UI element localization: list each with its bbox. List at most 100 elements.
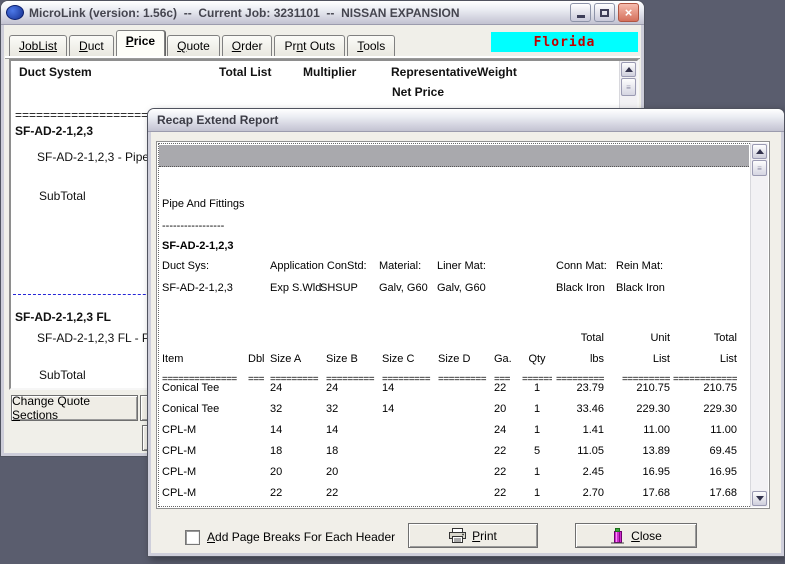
report-selected-band[interactable] [159,145,749,167]
minimize-icon [577,15,585,18]
section-detail: SF-AD-2-1,2,3 - Pipe Ar [37,150,164,164]
table-cell: 229.30 [673,403,737,415]
table-cell: 18 [270,445,320,457]
tab-joblist[interactable]: JobList [9,35,67,56]
table-cell: 13.89 [610,445,670,457]
table-cell: Dbl [248,353,266,365]
report-group-rule: ----------------- [162,220,224,232]
tab-price[interactable]: Price [116,30,165,56]
table-cell: 20 [270,466,320,478]
scroll-up-button[interactable] [621,62,636,77]
table-cell: 20 [494,403,520,415]
table-cell: 23.79 [544,382,604,394]
meta-value: Black Iron [616,282,665,294]
table-cell: 24 [270,382,320,394]
main-window-title: MicroLink (version: 1.56c) -- Current Jo… [29,6,565,20]
column-header-net-price: Net Price [392,85,444,99]
table-cell: Size A [270,353,320,365]
tab-tools[interactable]: Tools [347,35,395,56]
meta-value: Galv, G60 [379,282,428,294]
table-cell: 11.00 [610,424,670,436]
tab-label: JobList [19,39,57,53]
change-quote-sections-button[interactable]: Change Quote Sections [11,395,138,421]
table-header-top-row: TotalUnitTotal [157,332,757,346]
table-cell: Size B [326,353,376,365]
table-cell: 32 [270,403,320,415]
report-viewport[interactable]: Pipe And Fittings ----------------- SF-A… [156,141,770,509]
meta-value: Black Iron [556,282,605,294]
table-cell: 14 [270,424,320,436]
close-button[interactable]: Close [575,523,697,548]
region-label: Florida [491,32,638,52]
report-group-title: Pipe And Fittings [162,198,245,210]
change-quote-sections-label: Change Quote Sections [12,394,137,422]
tab-duct[interactable]: Duct [69,35,114,56]
table-cell: CPL-M [162,466,244,478]
tab-label: Pr [284,39,296,53]
dialog-titlebar[interactable]: Recap Extend Report [148,109,784,132]
minimize-button[interactable] [570,3,591,22]
table-cell: 33.46 [544,403,604,415]
table-cell: 229.30 [610,403,670,415]
meta-label: Material: [379,260,421,272]
table-cell: 1.41 [544,424,604,436]
add-page-breaks-checkbox[interactable] [185,530,200,545]
table-cell: 16.95 [673,466,737,478]
exit-door-icon [610,528,625,544]
section-name: SF-AD-2-1,2,3 [15,124,93,138]
maximize-button[interactable] [594,3,615,22]
dialog-title: Recap Extend Report [157,113,278,127]
scroll-up-button[interactable] [752,144,767,159]
scroll-up-icon [756,149,764,154]
table-row: CPL-M14142411.4111.0011.00 [157,424,757,438]
table-cell: List [610,353,670,365]
table-cell: Ga. [494,353,520,365]
print-button[interactable]: Print [408,523,538,548]
section-name: SF-AD-2-1,2,3 FL [15,310,111,324]
table-cell: 22 [270,487,320,499]
table-row: CPL-M181822511.0513.8969.45 [157,445,757,459]
tab-label: t Outs [303,39,335,53]
table-cell: 17.68 [610,487,670,499]
tab-label: P [126,34,134,48]
close-window-button[interactable]: × [618,3,639,22]
table-cell: List [673,353,737,365]
table-cell: 210.75 [610,382,670,394]
meta-value: Galv, G60 [437,282,486,294]
main-titlebar[interactable]: MicroLink (version: 1.56c) -- Current Jo… [1,1,644,25]
tab-order[interactable]: Order [222,35,273,56]
table-cell: 11.00 [673,424,737,436]
table-cell: 22 [494,445,520,457]
printer-icon [449,528,466,543]
close-icon: × [625,6,633,19]
table-cell: 11.05 [544,445,604,457]
table-cell: Size D [438,353,488,365]
scrollbar-thumb[interactable]: ≡ [752,160,767,176]
table-cell: 210.75 [673,382,737,394]
meta-value: SF-AD-2-1,2,3 [162,282,233,294]
tab-label: uote [186,39,209,53]
tab-prnt-outs[interactable]: Prnt Outs [274,35,345,56]
add-page-breaks-label: Add Page Breaks For Each Header [207,530,395,544]
table-cell: Total [673,332,737,344]
table-row: CPL-M22222212.7017.6817.68 [157,487,757,501]
maximize-icon [600,9,609,17]
tab-label: rice [134,34,155,48]
column-header-representative-weight: RepresentativeWeight [391,65,517,79]
scrollbar-thumb[interactable]: ≡ [621,78,636,96]
tab-quote[interactable]: Quote [167,35,220,56]
meta-value: Exp S.Wld [270,282,321,294]
table-row: Conical Tee24241422123.79210.75210.75 [157,382,757,396]
meta-label: Application ConStd: [270,260,367,272]
table-cell: 2.45 [544,466,604,478]
table-header-row: ItemDblSize ASize BSize CSize DGa.Qtylbs… [157,353,757,367]
table-cell: 20 [326,466,376,478]
tab-label: rder [241,39,262,53]
desktop: MicroLink (version: 1.56c) -- Current Jo… [0,0,785,564]
table-cell: Conical Tee [162,403,244,415]
table-cell: Item [162,353,244,365]
table-cell: 22 [494,487,520,499]
column-header-multiplier: Multiplier [303,65,356,79]
table-cell: 24 [494,424,520,436]
microlink-logo-icon [6,5,24,20]
